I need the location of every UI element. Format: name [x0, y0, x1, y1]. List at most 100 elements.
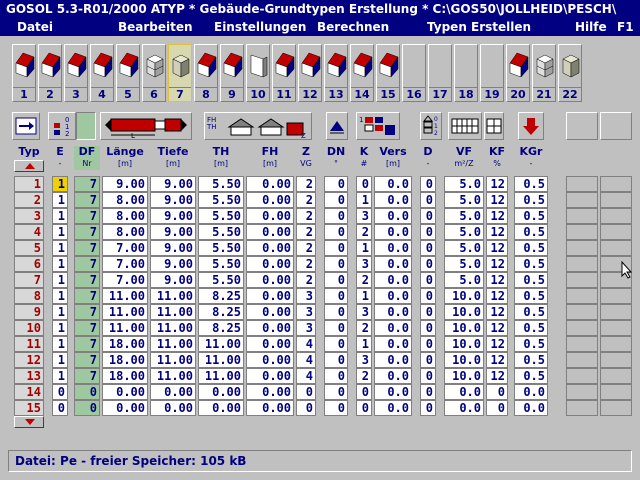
table-cell[interactable]: 7 — [74, 224, 100, 240]
tool-roof-angle-button[interactable] — [326, 112, 348, 140]
gallery-type-15[interactable]: 15 — [376, 44, 400, 102]
table-cell[interactable]: 3 — [296, 304, 316, 320]
table-cell[interactable]: 0.0 — [374, 176, 412, 192]
table-cell[interactable]: 10.0 — [444, 320, 484, 336]
table-cell[interactable]: 0 — [420, 352, 436, 368]
table-cell[interactable]: 5.0 — [444, 192, 484, 208]
table-cell[interactable]: 0.0 — [374, 336, 412, 352]
table-cell[interactable]: 7 — [74, 352, 100, 368]
table-cell[interactable]: 1 — [356, 336, 372, 352]
table-cell[interactable]: 0.0 — [374, 304, 412, 320]
table-cell[interactable]: 5.50 — [198, 176, 244, 192]
table-cell[interactable]: 11.00 — [150, 288, 196, 304]
table-cell[interactable]: 4 — [296, 368, 316, 384]
table-cell[interactable]: 11.00 — [102, 288, 148, 304]
table-cell[interactable]: 0 — [356, 384, 372, 400]
gallery-type-20[interactable]: 20 — [506, 44, 530, 102]
table-cell[interactable]: 0 — [74, 400, 100, 416]
tool-stack-button[interactable]: 0 1 2 — [420, 112, 442, 140]
table-cell[interactable]: 2 — [296, 272, 316, 288]
table-cell[interactable]: 0.5 — [514, 224, 548, 240]
table-cell[interactable]: 0 — [420, 272, 436, 288]
table-cell[interactable]: 5.50 — [198, 256, 244, 272]
table-cell[interactable]: 0 — [52, 384, 68, 400]
type-number-cell[interactable]: 6 — [14, 256, 44, 272]
table-cell[interactable]: 11.00 — [150, 368, 196, 384]
table-cell[interactable]: 8.00 — [102, 224, 148, 240]
type-number-cell[interactable]: 7 — [14, 272, 44, 288]
table-cell[interactable]: 0 — [324, 400, 348, 416]
type-number-cell[interactable]: 4 — [14, 224, 44, 240]
gallery-type-7[interactable]: 7 — [168, 44, 192, 102]
gallery-type-18[interactable]: 18 — [454, 44, 478, 102]
table-cell[interactable]: 11.00 — [150, 352, 196, 368]
table-cell[interactable]: 4 — [296, 352, 316, 368]
gallery-type-16[interactable]: 16 — [402, 44, 426, 102]
table-cell[interactable]: 7 — [74, 368, 100, 384]
type-number-cell[interactable]: 11 — [14, 336, 44, 352]
table-cell[interactable]: 0.0 — [444, 384, 484, 400]
table-cell[interactable]: 8.25 — [198, 304, 244, 320]
table-cell[interactable]: 0 — [420, 400, 436, 416]
table-cell[interactable]: 12 — [486, 336, 508, 352]
tool-square-button[interactable] — [484, 112, 504, 140]
gallery-type-9[interactable]: 9 — [220, 44, 244, 102]
table-cell[interactable]: 0.00 — [246, 336, 294, 352]
table-cell[interactable]: 0 — [324, 272, 348, 288]
table-cell[interactable]: 12 — [486, 368, 508, 384]
table-cell[interactable]: 0.00 — [246, 368, 294, 384]
table-cell[interactable]: 0 — [420, 176, 436, 192]
table-cell[interactable]: 0.0 — [374, 256, 412, 272]
table-cell[interactable]: 8.25 — [198, 320, 244, 336]
table-cell[interactable]: 9.00 — [150, 224, 196, 240]
table-cell[interactable]: 0.0 — [374, 352, 412, 368]
table-cell[interactable]: 2 — [356, 320, 372, 336]
table-cell[interactable]: 5.0 — [444, 176, 484, 192]
table-cell[interactable]: 0 — [420, 304, 436, 320]
table-cell[interactable]: 7 — [74, 288, 100, 304]
table-cell[interactable]: 10.0 — [444, 336, 484, 352]
menu-hilfe[interactable]: Hilfe — [575, 18, 607, 36]
gallery-type-5[interactable]: 5 — [116, 44, 140, 102]
table-cell[interactable]: 12 — [486, 352, 508, 368]
table-cell[interactable]: 0 — [324, 352, 348, 368]
table-cell[interactable]: 0.00 — [102, 400, 148, 416]
scroll-up-button[interactable] — [14, 160, 44, 172]
tool-green-marker[interactable] — [76, 112, 96, 140]
table-cell[interactable]: 7 — [74, 240, 100, 256]
table-cell[interactable]: 18.00 — [102, 352, 148, 368]
tool-numbering-button[interactable]: 0 1 2 — [48, 112, 76, 140]
table-cell[interactable]: 0.00 — [246, 400, 294, 416]
table-cell[interactable]: 0.5 — [514, 208, 548, 224]
table-cell[interactable]: 5.50 — [198, 224, 244, 240]
type-number-cell[interactable]: 13 — [14, 368, 44, 384]
table-cell[interactable]: 12 — [486, 208, 508, 224]
table-cell[interactable]: 0.0 — [374, 208, 412, 224]
type-number-cell[interactable]: 14 — [14, 384, 44, 400]
tool-grid-button[interactable]: 1 — [356, 112, 400, 140]
table-cell[interactable]: 5.50 — [198, 208, 244, 224]
table-cell[interactable]: 0 — [486, 400, 508, 416]
table-cell[interactable]: 1 — [356, 240, 372, 256]
table-cell[interactable]: 9.00 — [150, 192, 196, 208]
table-cell[interactable]: 8.25 — [198, 288, 244, 304]
table-cell[interactable]: 0.5 — [514, 368, 548, 384]
table-cell[interactable]: 7 — [74, 176, 100, 192]
table-cell[interactable]: 3 — [296, 320, 316, 336]
type-number-cell[interactable]: 8 — [14, 288, 44, 304]
table-cell[interactable]: 0.00 — [102, 384, 148, 400]
menu-datei[interactable]: Datei — [17, 18, 53, 36]
table-cell[interactable]: 11.00 — [102, 304, 148, 320]
table-cell[interactable]: 7 — [74, 256, 100, 272]
gallery-type-2[interactable]: 2 — [38, 44, 62, 102]
gallery-type-1[interactable]: 1 — [12, 44, 36, 102]
type-number-cell[interactable]: 12 — [14, 352, 44, 368]
table-cell[interactable]: 5.50 — [198, 272, 244, 288]
table-cell[interactable]: 5.50 — [198, 240, 244, 256]
table-cell[interactable]: 0 — [324, 192, 348, 208]
type-number-cell[interactable]: 5 — [14, 240, 44, 256]
table-cell[interactable]: 11.00 — [150, 336, 196, 352]
gallery-type-21[interactable]: 21 — [532, 44, 556, 102]
table-cell[interactable]: 7 — [74, 336, 100, 352]
type-number-cell[interactable]: 3 — [14, 208, 44, 224]
